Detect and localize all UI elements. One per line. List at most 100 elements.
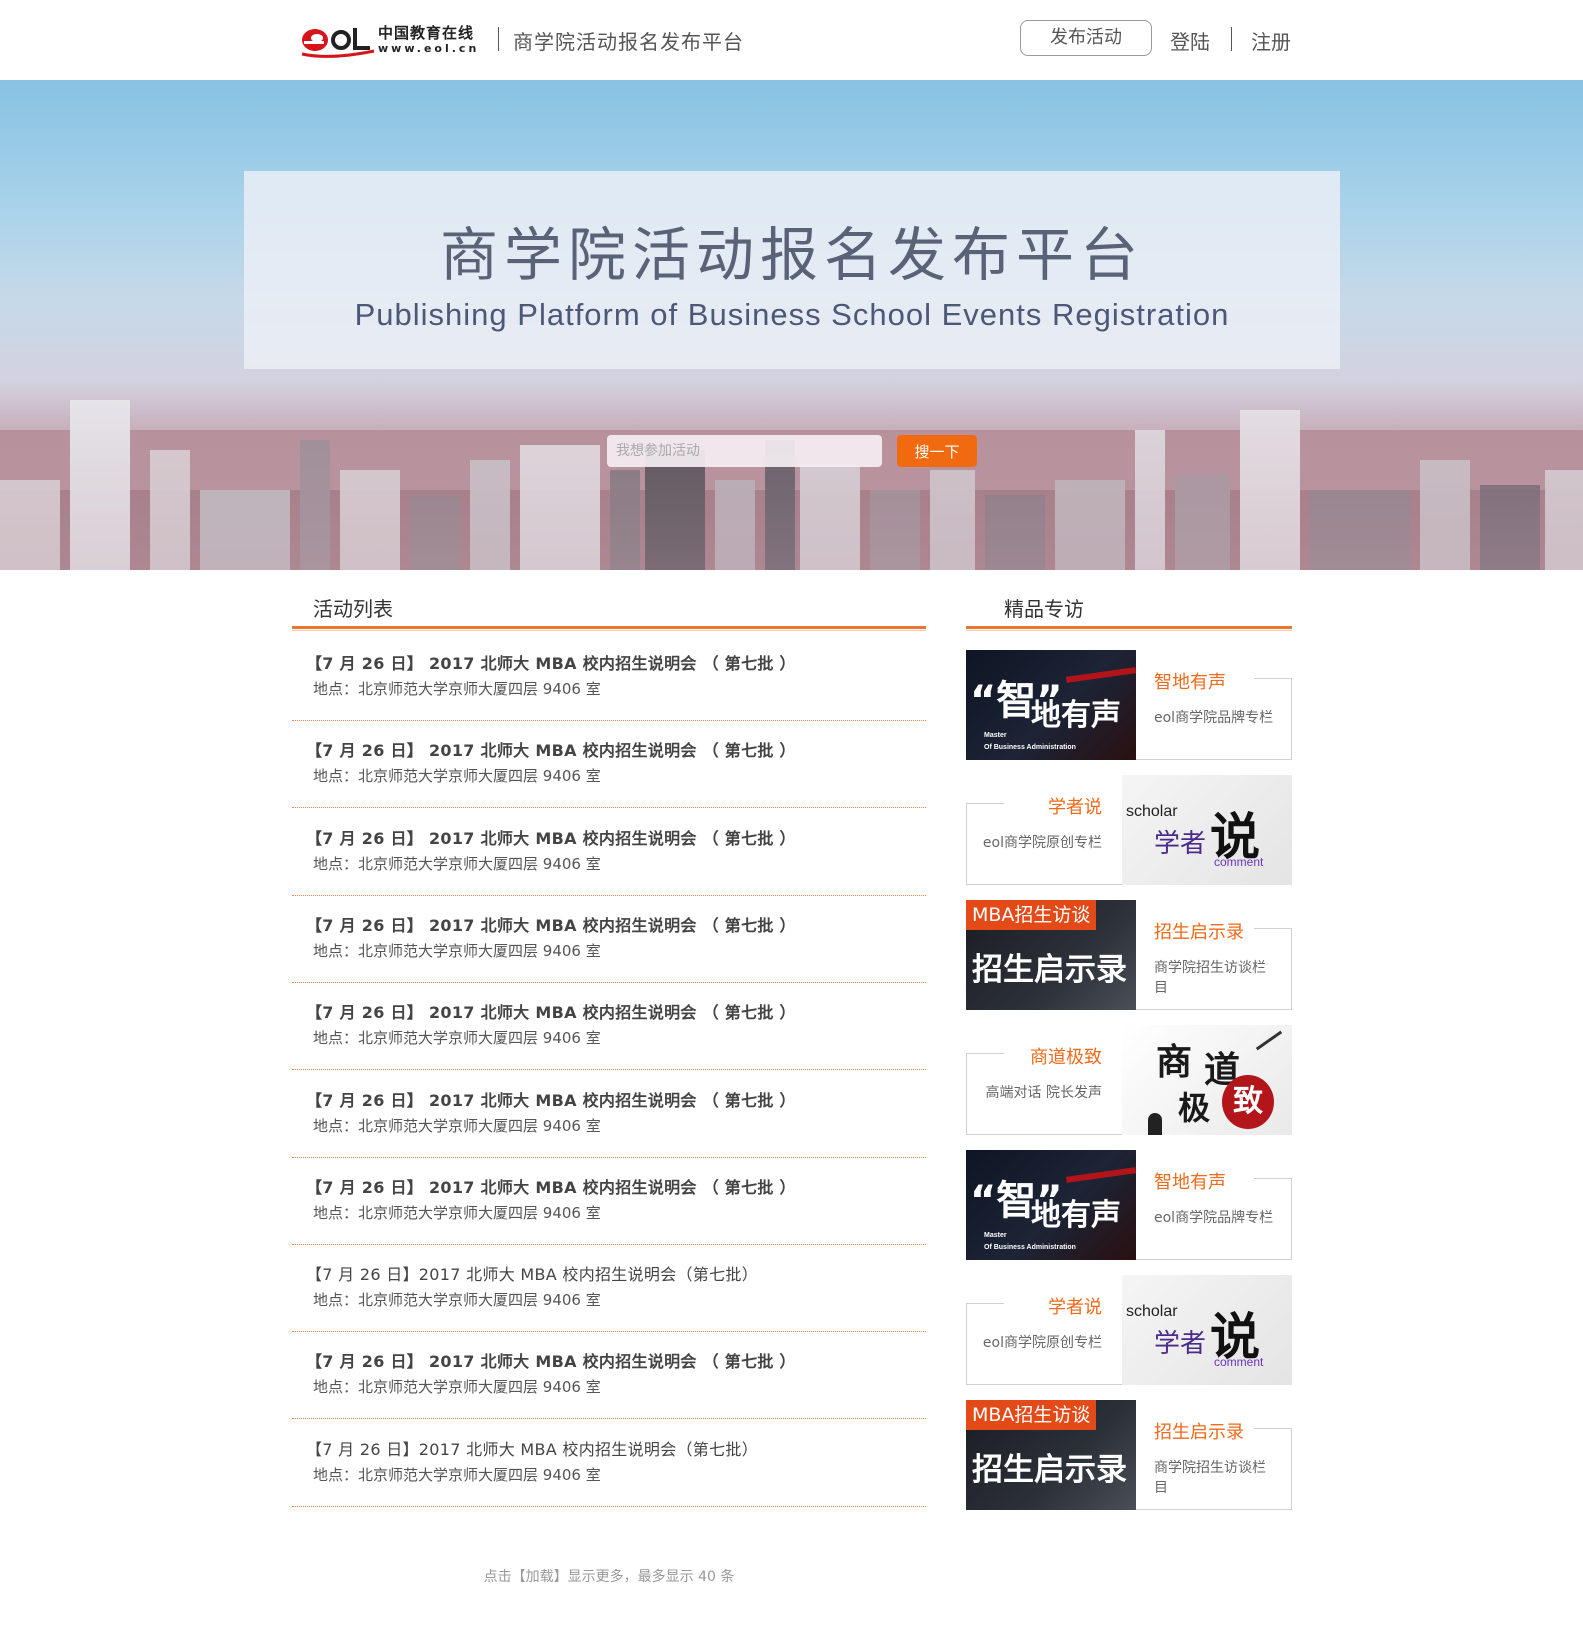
activity-item-9[interactable]: 【7 月 26 日】 2017 北师大 MBA 校内招生说明会 （ 第七批 ） … (292, 1328, 926, 1420)
search-button[interactable]: 搜一下 (897, 435, 977, 467)
mba-image-big-text: 招生启示录 (972, 1452, 1127, 1488)
interview-card-image[interactable]: MBA招生访谈 招生启示录 (966, 1400, 1136, 1510)
interview-card-4[interactable]: 商 道 极 致 商道极致 高端对话 院长发声 (966, 1025, 1292, 1135)
eol-logo[interactable]: 中国教育在线 www.eol.cn (300, 20, 482, 60)
activity-list-underline (292, 626, 926, 631)
activity-item-5[interactable]: 【7 月 26 日】 2017 北师大 MBA 校内招生说明会 （ 第七批 ） … (292, 979, 926, 1071)
shang-image-char-3: 极 (1178, 1089, 1211, 1127)
interview-card-description: eol商学院品牌专栏 (1154, 710, 1274, 726)
activity-item-3[interactable]: 【7 月 26 日】 2017 北师大 MBA 校内招生说明会 （ 第七批 ） … (292, 805, 926, 896)
site-title: 商学院活动报名发布平台 (513, 30, 744, 54)
activity-item-10[interactable]: 【7 月 26 日】2017 北师大 MBA 校内招生说明会（第七批） 地点：北… (292, 1416, 926, 1507)
interview-card-title[interactable]: 学者说 (1048, 1293, 1102, 1319)
brush-decoration (1255, 1030, 1283, 1051)
activity-title[interactable]: 【7 月 26 日】 2017 北师大 MBA 校内招生说明会 （ 第七批 ） (306, 1174, 796, 1198)
interview-card-title[interactable]: 智地有声 (1154, 668, 1226, 694)
activity-title[interactable]: 【7 月 26 日】 2017 北师大 MBA 校内招生说明会 （ 第七批 ） (306, 650, 796, 674)
interview-card-title[interactable]: 招生启示录 (1154, 918, 1244, 944)
red-slash-decoration (1065, 1167, 1136, 1183)
zhi-caption-line-1: Master (984, 732, 1007, 739)
publish-activity-button[interactable]: 发布活动 (1020, 20, 1152, 56)
activity-title[interactable]: 【7 月 26 日】 2017 北师大 MBA 校内招生说明会 （ 第七批 ） (306, 1348, 796, 1372)
eol-logo-mark (301, 28, 375, 58)
activity-title[interactable]: 【7 月 26 日】 2017 北师大 MBA 校内招生说明会 （ 第七批 ） (306, 1087, 796, 1111)
red-slash-decoration (1065, 667, 1136, 683)
zhi-image-caption: Master Of Business Administration (984, 730, 1076, 754)
activity-item-6[interactable]: 【7 月 26 日】 2017 北师大 MBA 校内招生说明会 （ 第七批 ） … (292, 1067, 926, 1158)
activity-title[interactable]: 【7 月 26 日】2017 北师大 MBA 校内招生说明会（第七批） (306, 1261, 758, 1285)
scholar-comment-banner-image: scholar 学者 说 comment (1122, 775, 1292, 885)
scholar-image-comment: comment (1214, 855, 1264, 869)
activity-location: 地点：北京师范大学京师大厦四层 9406 室 (313, 1116, 601, 1135)
interview-card-title[interactable]: 招生启示录 (1154, 1418, 1244, 1444)
interview-card-title[interactable]: 学者说 (1048, 793, 1102, 819)
shang-dao-ji-zhi-banner-image: 商 道 极 致 (1122, 1025, 1292, 1135)
interview-card-7[interactable]: MBA招生访谈 招生启示录 招生启示录 商学院招生访谈栏目 (966, 1400, 1292, 1510)
load-more-hint[interactable]: 点击【加载】显示更多，最多显示 40 条 (0, 1566, 1218, 1586)
activity-title[interactable]: 【7 月 26 日】 2017 北师大 MBA 校内招生说明会 （ 第七批 ） (306, 737, 796, 761)
banner-title-panel: 商学院活动报名发布平台 Publishing Platform of Busin… (244, 171, 1340, 369)
interview-card-title[interactable]: 智地有声 (1154, 1168, 1226, 1194)
mba-image-tag: MBA招生访谈 (966, 900, 1097, 930)
activity-title[interactable]: 【7 月 26 日】2017 北师大 MBA 校内招生说明会（第七批） (306, 1436, 758, 1460)
interview-card-image[interactable]: 商 道 极 致 (1122, 1025, 1292, 1135)
interview-card-3[interactable]: MBA招生访谈 招生启示录 招生启示录 商学院招生访谈栏目 (966, 900, 1292, 1010)
city-skyline-image (0, 370, 1583, 570)
interview-card-image[interactable]: “智” 地有声 Master Of Business Administration (966, 1150, 1136, 1260)
activity-location: 地点：北京师范大学京师大厦四层 9406 室 (313, 941, 601, 960)
interview-card-6[interactable]: scholar 学者 说 comment 学者说 eol商学院原创专栏 (966, 1275, 1292, 1385)
red-seal-icon: 致 (1222, 1075, 1274, 1129)
logo-url-text: www.eol.cn (378, 42, 480, 55)
interview-card-1[interactable]: “智” 地有声 Master Of Business Administration… (966, 650, 1292, 760)
zhi-image-caption: Master Of Business Administration (984, 1230, 1076, 1254)
interview-card-image[interactable]: scholar 学者 说 comment (1122, 1275, 1292, 1385)
activity-location: 地点：北京师范大学京师大厦四层 9406 室 (313, 854, 601, 873)
scholar-comment-banner-image: scholar 学者 说 comment (1122, 1275, 1292, 1385)
activity-item-8[interactable]: 【7 月 26 日】2017 北师大 MBA 校内招生说明会（第七批） 地点：北… (292, 1241, 926, 1333)
activity-item-7[interactable]: 【7 月 26 日】 2017 北师大 MBA 校内招生说明会 （ 第七批 ） … (292, 1154, 926, 1245)
login-link[interactable]: 登陆 (1170, 26, 1210, 55)
interview-card-description: eol商学院原创专栏 (982, 835, 1102, 851)
activity-list-heading: 活动列表 (313, 597, 393, 621)
zhi-caption-line-2: Of Business Administration (984, 1244, 1076, 1251)
activity-title[interactable]: 【7 月 26 日】 2017 北师大 MBA 校内招生说明会 （ 第七批 ） (306, 825, 796, 849)
interview-card-5[interactable]: “智” 地有声 Master Of Business Administration… (966, 1150, 1292, 1260)
search-input[interactable] (607, 435, 882, 467)
header-divider (498, 27, 499, 51)
activity-title[interactable]: 【7 月 26 日】 2017 北师大 MBA 校内招生说明会 （ 第七批 ） (306, 999, 796, 1023)
scholar-image-en: scholar (1126, 803, 1178, 820)
zhi-di-you-sheng-banner-image: “智” 地有声 Master Of Business Administration (966, 650, 1136, 760)
hero-banner: 商学院活动报名发布平台 Publishing Platform of Busin… (0, 80, 1583, 570)
banner-title: 商学院活动报名发布平台 (439, 221, 1144, 289)
zhi-di-you-sheng-banner-image: “智” 地有声 Master Of Business Administration (966, 1150, 1136, 1260)
activity-location: 地点：北京师范大学京师大厦四层 9406 室 (313, 1029, 601, 1048)
person-silhouette-icon (1148, 1113, 1162, 1135)
top-header: 中国教育在线 www.eol.cn 商学院活动报名发布平台 发布活动 登陆 注册 (0, 0, 1583, 80)
activity-title[interactable]: 【7 月 26 日】 2017 北师大 MBA 校内招生说明会 （ 第七批 ） (306, 912, 796, 936)
scholar-image-comment: comment (1214, 1355, 1264, 1369)
scholar-image-cn: 学者 (1154, 1329, 1207, 1359)
mba-interview-banner-image: MBA招生访谈 招生启示录 (966, 900, 1136, 1010)
interview-card-image[interactable]: MBA招生访谈 招生启示录 (966, 900, 1136, 1010)
register-link[interactable]: 注册 (1251, 26, 1291, 55)
banner-subtitle: Publishing Platform of Business School E… (354, 297, 1230, 332)
interview-card-description: 商学院招生访谈栏目 (1154, 1460, 1266, 1496)
activity-location: 地点：北京师范大学京师大厦四层 9406 室 (313, 680, 601, 698)
activity-location: 地点：北京师范大学京师大厦四层 9406 室 (313, 767, 601, 786)
zhi-caption-line-2: Of Business Administration (984, 744, 1076, 751)
interview-card-image[interactable]: “智” 地有声 Master Of Business Administration (966, 650, 1136, 760)
mba-image-tag: MBA招生访谈 (966, 1400, 1097, 1430)
activity-location: 地点：北京师范大学京师大厦四层 9406 室 (313, 1203, 601, 1222)
activity-location: 地点：北京师范大学京师大厦四层 9406 室 (313, 1378, 601, 1397)
interview-card-image[interactable]: scholar 学者 说 comment (1122, 775, 1292, 885)
activity-item-4[interactable]: 【7 月 26 日】 2017 北师大 MBA 校内招生说明会 （ 第七批 ） … (292, 892, 926, 983)
activity-item-1[interactable]: 【7 月 26 日】 2017 北师大 MBA 校内招生说明会 （ 第七批 ） … (292, 630, 926, 721)
activity-location: 地点：北京师范大学京师大厦四层 9406 室 (313, 1291, 601, 1310)
scholar-image-cn: 学者 (1154, 829, 1207, 859)
activity-item-2[interactable]: 【7 月 26 日】 2017 北师大 MBA 校内招生说明会 （ 第七批 ） … (292, 717, 926, 809)
mba-interview-banner-image: MBA招生访谈 招生启示录 (966, 1400, 1136, 1510)
scholar-image-en: scholar (1126, 1303, 1178, 1320)
interview-card-2[interactable]: scholar 学者 说 comment 学者说 eol商学院原创专栏 (966, 775, 1292, 885)
interview-card-title[interactable]: 商道极致 (1030, 1043, 1102, 1069)
shang-image-char-1: 商 (1156, 1041, 1193, 1083)
